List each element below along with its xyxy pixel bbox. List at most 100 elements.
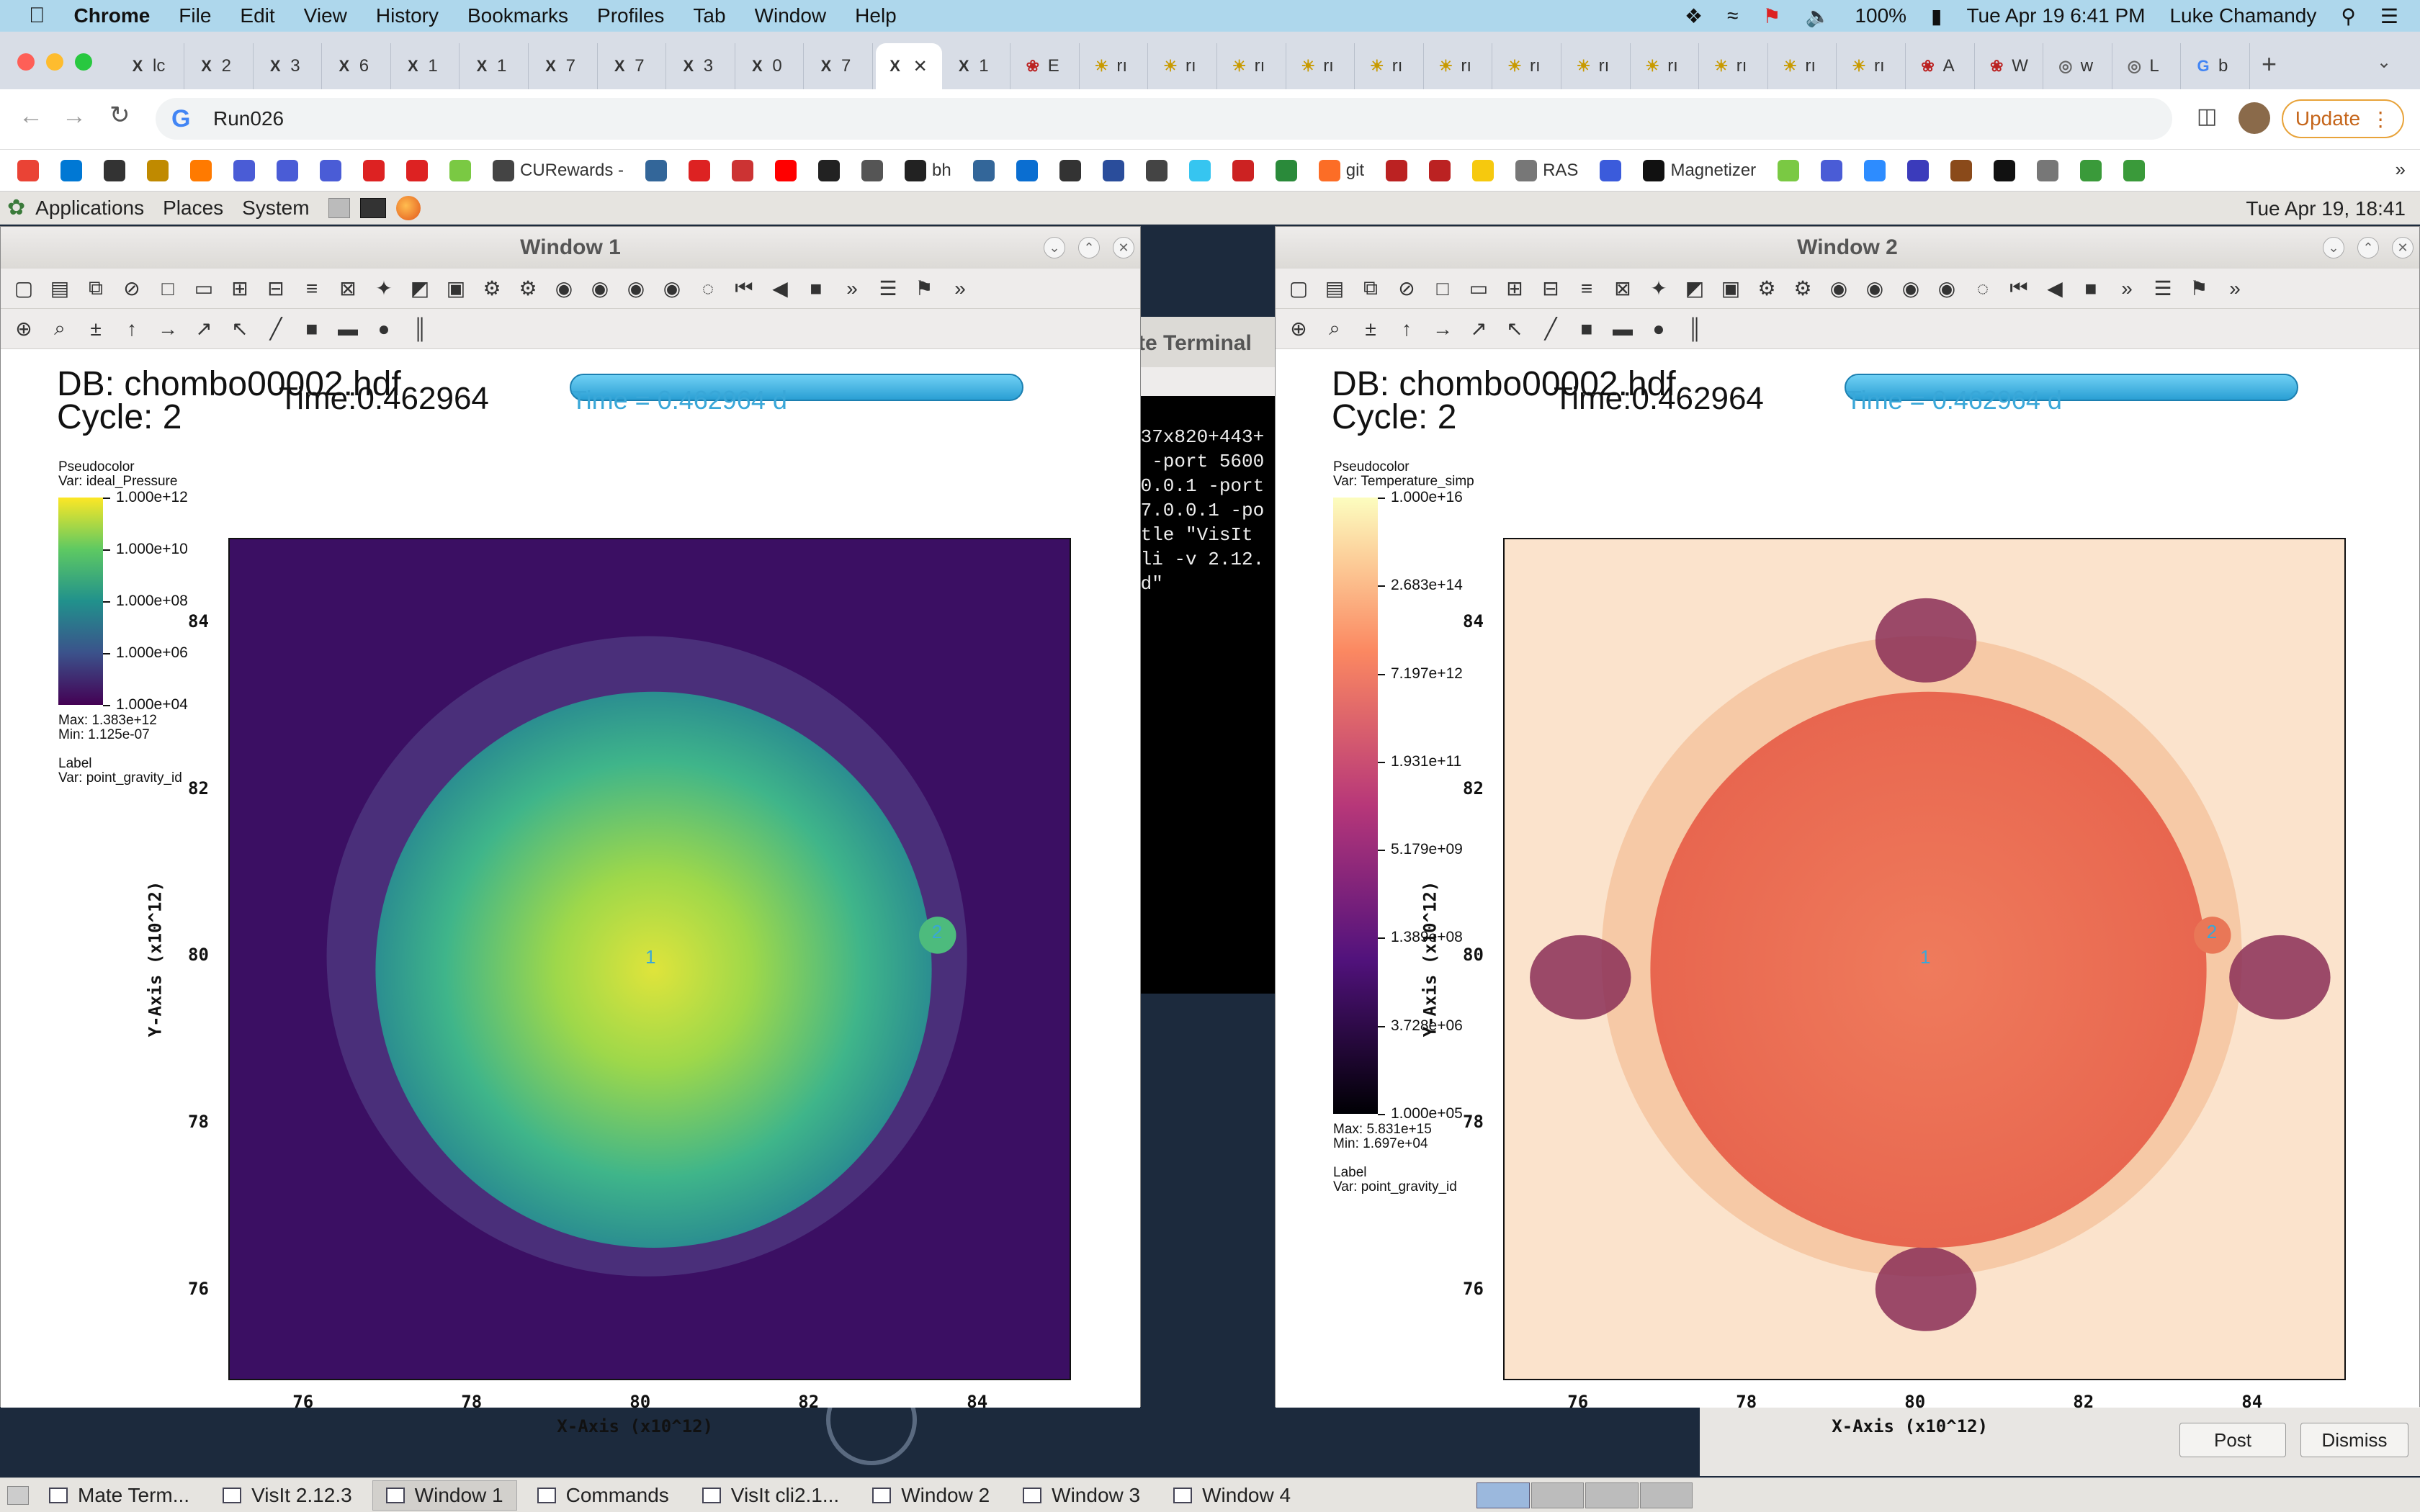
clear-icon[interactable]: ▤ — [1320, 274, 1349, 303]
apple-icon[interactable]:  — [29, 4, 45, 28]
info-icon[interactable]: ⚑ — [910, 274, 938, 303]
bookmark-item[interactable] — [190, 159, 212, 181]
pick-mode-icon[interactable]: ↖ — [1500, 315, 1529, 343]
rewind-icon[interactable]: ⏮ — [2004, 274, 2033, 303]
bookmark-item[interactable] — [689, 159, 711, 181]
browser-tab[interactable]: X7 — [532, 43, 598, 89]
bookmark-item[interactable] — [1232, 159, 1254, 181]
dropbox-icon[interactable]: ❖ — [1685, 4, 1703, 28]
browser-tab[interactable]: X1 — [462, 43, 529, 89]
update-button[interactable]: Update ⋮ — [2282, 99, 2404, 138]
bookmark-item[interactable] — [233, 159, 255, 181]
spin-icon[interactable]: ◌ — [694, 274, 722, 303]
clear-icon[interactable]: ▤ — [45, 274, 74, 303]
gnome-foot-icon[interactable]: ✿ — [7, 195, 25, 220]
overflow-icon[interactable]: » — [946, 274, 974, 303]
taskbar-item[interactable]: Commands — [524, 1480, 682, 1511]
bookmark-item[interactable] — [2080, 159, 2102, 181]
lineout-mode-icon[interactable]: ↗ — [1464, 315, 1493, 343]
bookmark-item[interactable] — [363, 159, 385, 181]
browser-tab[interactable]: ☀ rı — [1633, 43, 1700, 89]
lock-view-icon[interactable]: ✦ — [369, 274, 398, 303]
bookmark-item[interactable] — [818, 159, 841, 181]
zone-pick-icon[interactable]: ± — [1356, 315, 1385, 343]
save-image-icon[interactable]: ◉ — [1824, 274, 1853, 303]
bookmark-item[interactable] — [1864, 159, 1886, 181]
camera-icon[interactable]: ◉ — [586, 274, 614, 303]
close-window-button[interactable] — [17, 53, 35, 71]
workspace-4[interactable] — [1639, 1482, 1693, 1508]
lineout-mode-icon[interactable]: ↗ — [189, 315, 218, 343]
address-bar[interactable]: G Run026 — [156, 98, 2172, 140]
browser-tab[interactable]: ☀ rı — [1770, 43, 1837, 89]
info-icon[interactable]: ⚑ — [2184, 274, 2213, 303]
bookmark-item[interactable] — [972, 159, 995, 181]
bookmarks-overflow-icon[interactable]: » — [2396, 158, 2406, 181]
bookmark-item[interactable]: bh — [905, 159, 951, 181]
render-canvas[interactable]: DB: chombo00002.hdf Cycle: 2 1 2 Time:0.4629… — [1, 354, 1140, 1436]
layout-16-icon[interactable]: ⊠ — [1608, 274, 1637, 303]
menu-help[interactable]: Help — [855, 4, 897, 27]
lock-view-icon[interactable]: ✦ — [1644, 274, 1673, 303]
taskbar-item[interactable]: Window 1 — [372, 1480, 517, 1511]
browser-tab[interactable]: Xlc — [118, 43, 184, 89]
new-window-icon[interactable]: ▢ — [9, 274, 38, 303]
bookmark-item[interactable] — [320, 159, 341, 181]
bookmark-item[interactable] — [60, 159, 82, 181]
browser-tab[interactable]: ☀ rı — [1151, 43, 1217, 89]
bookmark-item[interactable] — [104, 159, 125, 181]
menu-window[interactable]: Window — [755, 4, 827, 27]
browser-tab[interactable]: X6 — [325, 43, 391, 89]
tab-close-icon[interactable]: ✕ — [913, 56, 928, 77]
bookmark-item[interactable]: RAS — [1515, 159, 1578, 181]
bookmark-item[interactable] — [1778, 159, 1800, 181]
plot-icon[interactable]: ☰ — [2148, 274, 2177, 303]
menu-app-name[interactable]: Chrome — [74, 4, 151, 27]
recenter-icon[interactable]: ⚙ — [1788, 274, 1817, 303]
more-icon[interactable]: » — [838, 274, 866, 303]
side-panel-icon[interactable]: ◫ — [2197, 104, 2217, 129]
zone-pick-icon[interactable]: ± — [81, 315, 110, 343]
spotlight-icon[interactable]: ⚲ — [2341, 4, 2356, 28]
render-canvas[interactable]: DB: chombo00002.hdf Cycle: 2 1 2 Time:0.4629… — [1276, 354, 2419, 1436]
terminal-launcher-icon[interactable] — [359, 197, 386, 218]
control-center-icon[interactable]: ☰ — [2380, 4, 2398, 28]
draw-icon[interactable]: ◩ — [1680, 274, 1709, 303]
bookmark-item[interactable] — [1472, 159, 1494, 181]
browser-tab[interactable]: ☀ rı — [1426, 43, 1493, 89]
show-desktop-icon[interactable] — [7, 1485, 29, 1505]
browser-tab[interactable]: ☀ rı — [1839, 43, 1906, 89]
layout-9-icon[interactable]: ≡ — [1572, 274, 1601, 303]
file-manager-icon[interactable] — [328, 197, 350, 218]
bookmark-item[interactable] — [406, 159, 428, 181]
volume-icon[interactable]: 🔈 — [1806, 4, 1831, 28]
plot-icon[interactable]: ☰ — [874, 274, 902, 303]
camera-icon[interactable]: ◉ — [1860, 274, 1889, 303]
box-tool-icon[interactable]: ■ — [1572, 315, 1601, 343]
menu-system[interactable]: System — [242, 197, 309, 220]
bookmark-item[interactable] — [17, 159, 39, 181]
bookmark-item[interactable] — [1145, 159, 1168, 181]
taskbar-item[interactable]: VisIt 2.12.3 — [210, 1480, 365, 1511]
layout-4-icon[interactable]: ⊞ — [225, 274, 254, 303]
point-tool-icon[interactable]: ║ — [1680, 315, 1709, 343]
zoom-window-button[interactable] — [75, 53, 92, 71]
reset-icon[interactable]: ⚙ — [1752, 274, 1781, 303]
menubar-clock[interactable]: Tue Apr 19 6:41 PM — [1966, 4, 2145, 27]
line-tool-icon[interactable]: ╱ — [1536, 315, 1565, 343]
copy-icon[interactable]: ⧉ — [81, 274, 110, 303]
bookmark-item[interactable] — [1386, 159, 1408, 181]
window-titlebar[interactable]: Window 2 — [1276, 227, 2419, 269]
bookmark-item[interactable]: Magnetizer — [1643, 159, 1756, 181]
menu-file[interactable]: File — [179, 4, 211, 27]
delete-icon[interactable]: ⊘ — [1392, 274, 1421, 303]
firefox-icon[interactable] — [395, 195, 421, 220]
browser-tab[interactable]: X1 — [944, 43, 1011, 89]
bookmark-item[interactable] — [1994, 159, 2016, 181]
delete-icon[interactable]: ⊘ — [117, 274, 146, 303]
workspace-1[interactable] — [1476, 1482, 1530, 1508]
reload-icon[interactable]: ↻ — [109, 101, 130, 130]
bookmark-item[interactable]: CURewards - — [493, 159, 624, 181]
post-button[interactable]: Post — [2179, 1423, 2286, 1457]
layout-8-icon[interactable]: ⊟ — [1536, 274, 1565, 303]
